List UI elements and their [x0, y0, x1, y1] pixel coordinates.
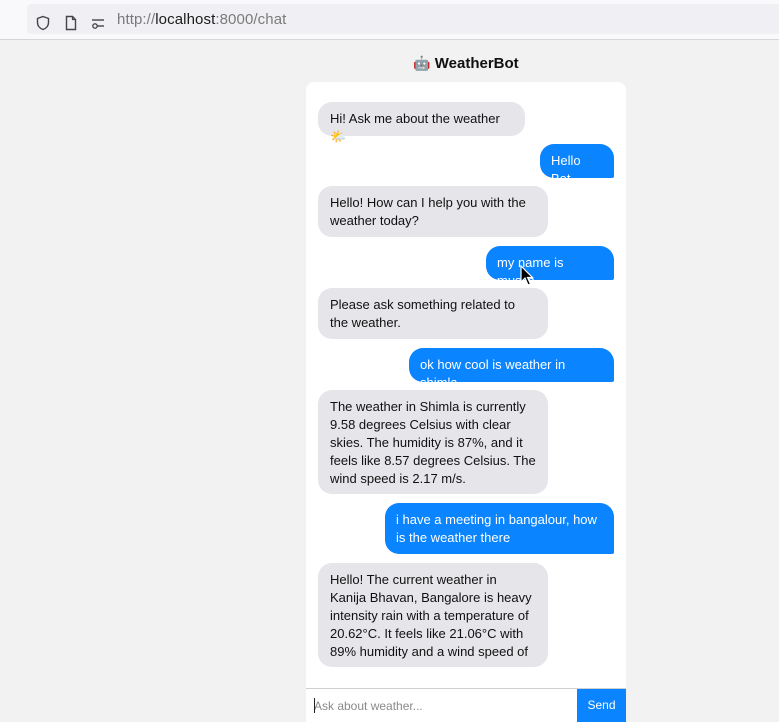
- browser-url-bar: http://localhost:8000/chat: [0, 0, 779, 40]
- bot-message: Hello! How can I help you with the weath…: [318, 186, 548, 237]
- url-rest: :8000/chat: [215, 11, 287, 28]
- robot-icon: 🤖: [413, 55, 431, 71]
- send-button[interactable]: Send: [577, 689, 626, 722]
- chat-input[interactable]: [306, 689, 577, 722]
- url-prefix: http://: [117, 11, 156, 28]
- user-message: Hello Bot: [540, 144, 614, 186]
- page-icon[interactable]: [63, 15, 79, 31]
- url-host: localhost: [155, 11, 216, 28]
- url-text[interactable]: http://localhost:8000/chat: [117, 11, 286, 28]
- bot-message: Hi! Ask me about the weather 🌤️: [318, 102, 525, 144]
- bot-message: Please ask something related to the weat…: [318, 288, 548, 339]
- text-caret: [314, 698, 315, 713]
- user-message: ok how cool is weather in shimla: [409, 348, 614, 390]
- chat-window[interactable]: Hi! Ask me about the weather 🌤️ Hello Bo…: [306, 82, 626, 722]
- bot-message: The weather in Shimla is currently 9.58 …: [318, 390, 548, 494]
- shield-icon[interactable]: [35, 15, 51, 31]
- mouse-cursor-icon: [520, 265, 534, 286]
- app-title-text: WeatherBot: [434, 55, 519, 72]
- permissions-icon[interactable]: [90, 15, 106, 31]
- bot-message: Hello! The current weather in Kanija Bha…: [318, 563, 548, 667]
- user-message: i have a meeting in bangalour, how is th…: [385, 503, 614, 554]
- user-message: my name is muslih: [486, 246, 614, 288]
- chat-input-bar: Send: [306, 688, 626, 722]
- page-title: 🤖 WeatherBot: [306, 55, 626, 72]
